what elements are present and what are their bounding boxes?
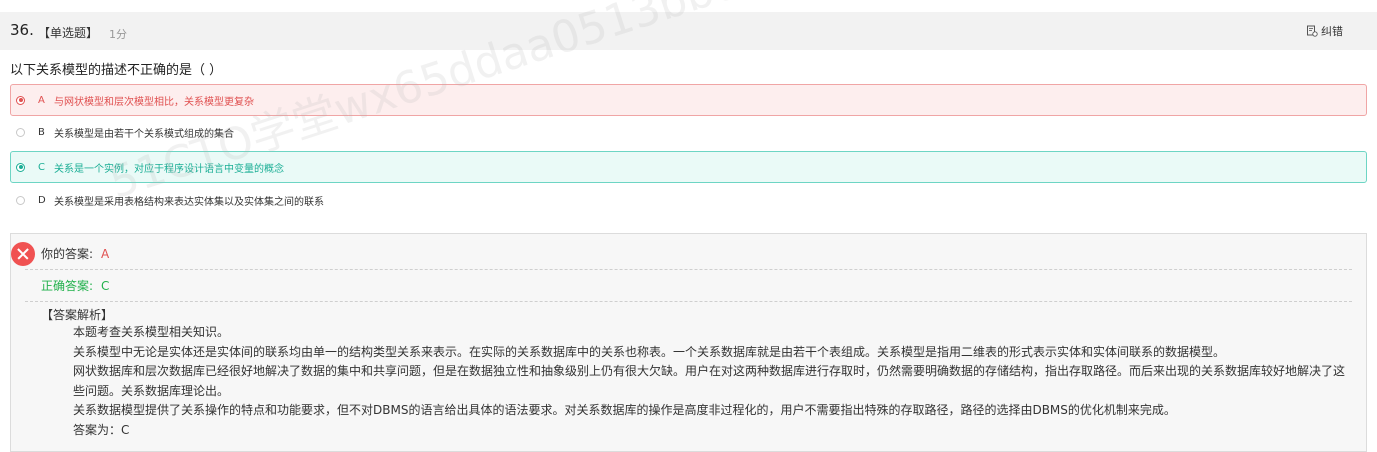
analysis-line: 关系模型中无论是实体还是实体间的联系均由单一的结构类型关系来表示。在实际的关系数… [73,344,1226,359]
analysis-line: 本题考查关系模型相关知识。 [73,325,230,339]
analysis-line: 关系数据模型提供了关系操作的特点和功能要求，但不对DBMS的语言给出具体的语法要… [73,403,1176,417]
correct-answer: 正确答案: C [41,277,109,294]
analysis-line: 答案为：C [73,422,130,437]
radio-c-icon[interactable] [16,162,25,172]
option-text: 与网状模型和层次模型相比，关系模型更复杂 [54,96,254,108]
analysis-title: 【答案解析】 [41,308,114,322]
question-type: 【单选题】 [38,26,99,40]
option-letter: B [38,126,45,138]
option-letter: A [38,94,45,106]
wrong-answer-icon [11,242,35,266]
analysis-line: 网状数据库和层次数据库已经很好地解决了数据的集中和共享问题，但是在数据独立性和抽… [73,364,1346,398]
option-letter: D [38,194,46,206]
question-header: 36. 【单选题】 1分 纠错 [0,12,1377,50]
question-number: 36. [10,21,34,39]
report-error-button[interactable]: 纠错 [1306,23,1343,39]
radio-b-icon[interactable] [16,127,25,137]
your-answer: 你的答案: A [41,245,109,262]
option-text: 关系是一个实例，对应于程序设计语言中变量的概念 [54,163,284,175]
divider [25,269,1352,270]
correct-answer-value: C [101,279,110,293]
question-score: 1分 [109,28,127,41]
radio-a-icon[interactable] [16,95,25,105]
option-c[interactable]: C 关系是一个实例，对应于程序设计语言中变量的概念 [10,151,1367,183]
option-text: 关系模型是由若干个关系模式组成的集合 [54,128,234,140]
divider [25,301,1352,302]
radio-d-icon[interactable] [16,195,25,205]
option-d[interactable]: D 关系模型是采用表格结构来表达实体集以及实体集之间的联系 [10,184,1367,216]
analysis-body: 本题考查关系模型相关知识。 关系模型中无论是实体还是实体间的联系均由单一的结构类… [73,323,1345,440]
your-answer-value: A [101,247,110,261]
option-text: 关系模型是采用表格结构来表达实体集以及实体集之间的联系 [54,196,324,208]
report-label: 纠错 [1321,25,1343,38]
answer-analysis-panel: 你的答案: A 正确答案: C 【答案解析】 本题考查关系模型相关知识。 关系模型中… [10,233,1367,452]
correct-answer-label: 正确答案: [41,279,94,293]
option-letter: C [38,161,45,173]
question-text: 以下关系模型的描述不正确的是（ ） [10,63,223,78]
option-a[interactable]: A 与网状模型和层次模型相比，关系模型更复杂 [10,84,1367,116]
report-icon [1307,25,1318,37]
your-answer-label: 你的答案: [41,247,94,261]
option-b[interactable]: B 关系模型是由若干个关系模式组成的集合 [10,116,1367,148]
